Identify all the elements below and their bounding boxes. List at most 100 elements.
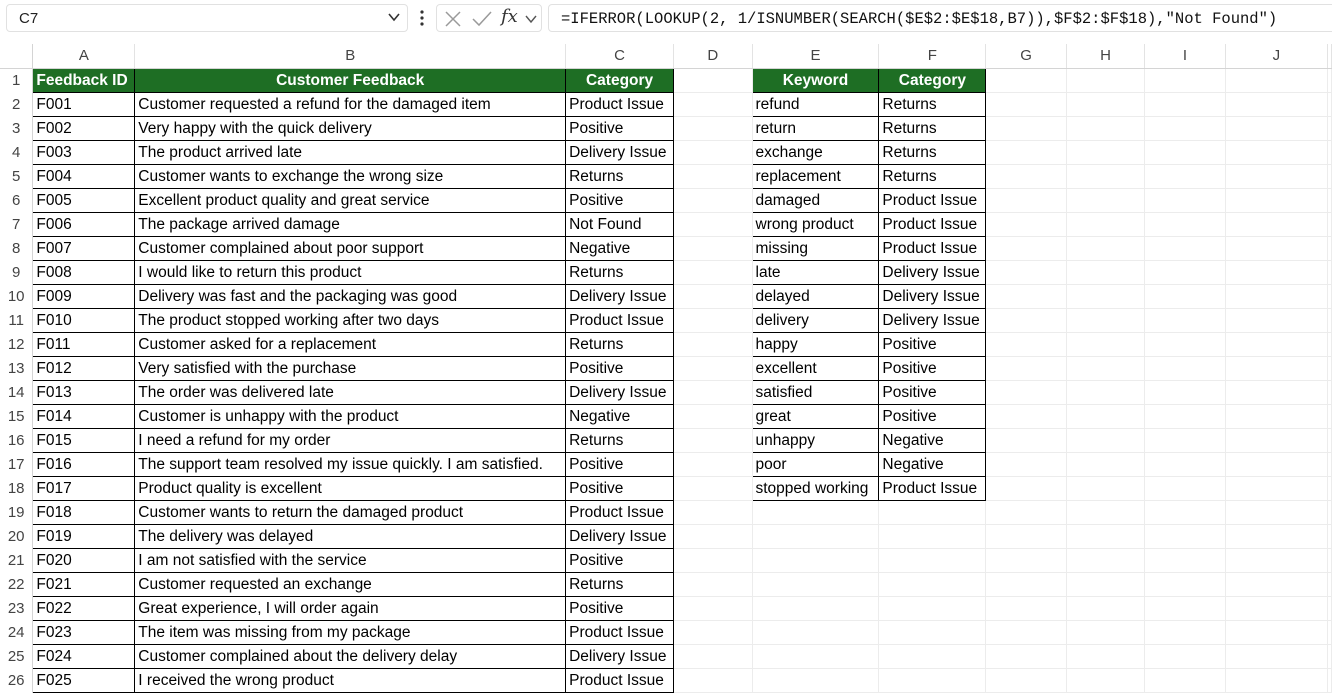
empty-cell[interactable] bbox=[1225, 668, 1329, 693]
feedback-cell[interactable]: Very happy with the quick delivery bbox=[134, 115, 567, 141]
feedback-header-cell[interactable]: Customer Feedback bbox=[134, 67, 567, 93]
feedback-cell[interactable]: F019 bbox=[32, 523, 136, 549]
empty-cell[interactable] bbox=[1225, 140, 1329, 165]
feedback-cell[interactable]: F008 bbox=[32, 259, 136, 285]
empty-cell[interactable] bbox=[1327, 572, 1332, 597]
empty-cell[interactable] bbox=[1327, 668, 1332, 693]
feedback-cell[interactable]: F010 bbox=[32, 307, 136, 333]
feedback-cell[interactable]: Customer wants to exchange the wrong siz… bbox=[134, 163, 567, 189]
empty-cell[interactable] bbox=[1225, 308, 1329, 333]
more-vertical-icon[interactable] bbox=[418, 9, 426, 27]
empty-cell[interactable] bbox=[1327, 308, 1332, 333]
feedback-cell[interactable]: F022 bbox=[32, 595, 136, 621]
empty-cell[interactable] bbox=[1327, 92, 1332, 117]
feedback-cell[interactable]: The support team resolved my issue quick… bbox=[134, 451, 567, 477]
feedback-cell[interactable]: Returns bbox=[565, 331, 675, 357]
column-header[interactable]: H bbox=[1066, 44, 1146, 69]
empty-cell[interactable] bbox=[878, 572, 987, 597]
empty-cell[interactable] bbox=[673, 428, 753, 453]
empty-cell[interactable] bbox=[673, 668, 753, 693]
row-header[interactable]: 6 bbox=[0, 188, 34, 212]
keyword-cell[interactable]: Product Issue bbox=[878, 211, 987, 237]
empty-cell[interactable] bbox=[1066, 404, 1146, 429]
empty-cell[interactable] bbox=[673, 116, 753, 141]
empty-cell[interactable] bbox=[1225, 332, 1329, 357]
keyword-cell[interactable]: great bbox=[751, 403, 880, 429]
empty-cell[interactable] bbox=[985, 524, 1067, 549]
empty-cell[interactable] bbox=[1327, 380, 1332, 405]
empty-cell[interactable] bbox=[673, 332, 753, 357]
feedback-cell[interactable]: Returns bbox=[565, 163, 675, 189]
feedback-cell[interactable]: Product Issue bbox=[565, 499, 675, 525]
empty-cell[interactable] bbox=[1327, 188, 1332, 213]
empty-cell[interactable] bbox=[1225, 68, 1329, 93]
empty-cell[interactable] bbox=[1066, 452, 1146, 477]
keyword-cell[interactable]: excellent bbox=[751, 355, 880, 381]
feedback-cell[interactable]: F016 bbox=[32, 451, 136, 477]
empty-cell[interactable] bbox=[985, 668, 1067, 693]
feedback-cell[interactable]: Product Issue bbox=[565, 619, 675, 645]
empty-cell[interactable] bbox=[673, 524, 753, 549]
empty-cell[interactable] bbox=[673, 140, 753, 165]
keyword-header-cell[interactable]: Category bbox=[878, 67, 987, 93]
feedback-cell[interactable]: Not Found bbox=[565, 211, 675, 237]
keyword-cell[interactable]: Returns bbox=[878, 91, 987, 117]
feedback-cell[interactable]: F001 bbox=[32, 91, 136, 117]
feedback-cell[interactable]: I am not satisfied with the service bbox=[134, 547, 567, 573]
feedback-cell[interactable]: Very satisfied with the purchase bbox=[134, 355, 567, 381]
empty-cell[interactable] bbox=[752, 644, 880, 669]
empty-cell[interactable] bbox=[1066, 332, 1146, 357]
chevron-down-icon[interactable] bbox=[525, 13, 537, 25]
empty-cell[interactable] bbox=[752, 500, 880, 525]
empty-cell[interactable] bbox=[1327, 140, 1332, 165]
empty-cell[interactable] bbox=[1144, 308, 1226, 333]
feedback-cell[interactable]: F018 bbox=[32, 499, 136, 525]
feedback-header-cell[interactable]: Category bbox=[565, 67, 675, 93]
feedback-cell[interactable]: Returns bbox=[565, 427, 675, 453]
empty-cell[interactable] bbox=[1225, 596, 1329, 621]
empty-cell[interactable] bbox=[985, 260, 1067, 285]
empty-cell[interactable] bbox=[1225, 620, 1329, 645]
feedback-cell[interactable]: I need a refund for my order bbox=[134, 427, 567, 453]
empty-cell[interactable] bbox=[1327, 116, 1332, 141]
empty-cell[interactable] bbox=[1066, 284, 1146, 309]
formula-input[interactable]: =IFERROR(LOOKUP(2, 1/ISNUMBER(SEARCH($E$… bbox=[548, 4, 1332, 32]
feedback-cell[interactable]: F020 bbox=[32, 547, 136, 573]
row-header[interactable]: 23 bbox=[0, 596, 34, 620]
empty-cell[interactable] bbox=[1144, 500, 1226, 525]
feedback-cell[interactable]: Positive bbox=[565, 451, 675, 477]
row-header[interactable]: 19 bbox=[0, 500, 34, 524]
feedback-cell[interactable]: Returns bbox=[565, 571, 675, 597]
empty-cell[interactable] bbox=[1066, 380, 1146, 405]
empty-cell[interactable] bbox=[1327, 68, 1332, 93]
feedback-cell[interactable]: Positive bbox=[565, 187, 675, 213]
feedback-cell[interactable]: Product Issue bbox=[565, 91, 675, 117]
feedback-cell[interactable]: Positive bbox=[565, 595, 675, 621]
empty-cell[interactable] bbox=[1225, 236, 1329, 261]
feedback-cell[interactable]: F004 bbox=[32, 163, 136, 189]
empty-cell[interactable] bbox=[673, 596, 753, 621]
empty-cell[interactable] bbox=[985, 548, 1067, 573]
empty-cell[interactable] bbox=[673, 476, 753, 501]
feedback-header-cell[interactable]: Feedback ID bbox=[32, 67, 136, 93]
feedback-cell[interactable]: F002 bbox=[32, 115, 136, 141]
empty-cell[interactable] bbox=[1327, 476, 1332, 501]
row-header[interactable]: 2 bbox=[0, 92, 34, 116]
empty-cell[interactable] bbox=[1066, 260, 1146, 285]
chevron-down-icon[interactable] bbox=[387, 10, 401, 24]
empty-cell[interactable] bbox=[1144, 596, 1226, 621]
empty-cell[interactable] bbox=[1144, 524, 1226, 549]
row-header[interactable]: 10 bbox=[0, 284, 34, 308]
keyword-cell[interactable]: Positive bbox=[878, 355, 987, 381]
empty-cell[interactable] bbox=[985, 644, 1067, 669]
empty-cell[interactable] bbox=[1144, 68, 1226, 93]
feedback-cell[interactable]: Product Issue bbox=[565, 307, 675, 333]
empty-cell[interactable] bbox=[985, 284, 1067, 309]
empty-cell[interactable] bbox=[1144, 92, 1226, 117]
keyword-cell[interactable]: Returns bbox=[878, 115, 987, 141]
empty-cell[interactable] bbox=[673, 500, 753, 525]
empty-cell[interactable] bbox=[1066, 188, 1146, 213]
row-header[interactable]: 1 bbox=[0, 68, 34, 92]
row-header[interactable]: 24 bbox=[0, 620, 34, 644]
empty-cell[interactable] bbox=[752, 596, 880, 621]
